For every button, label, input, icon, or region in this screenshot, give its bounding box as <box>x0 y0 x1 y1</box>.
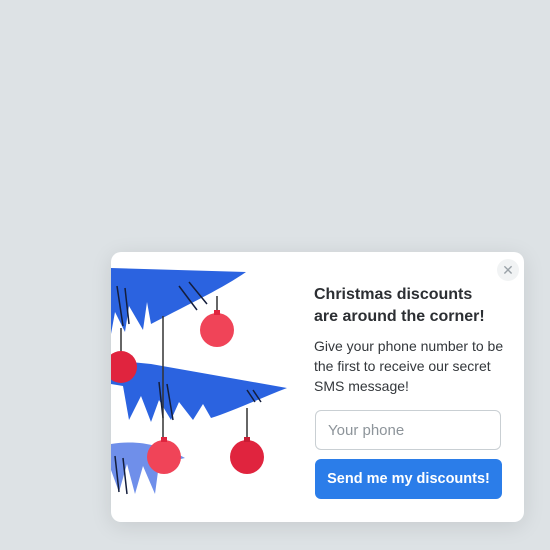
popup-content: Christmas discounts are around the corne… <box>314 284 510 396</box>
branch-middle <box>111 360 287 422</box>
christmas-illustration <box>111 268 287 495</box>
send-discounts-button[interactable]: Send me my discounts! <box>315 459 502 499</box>
title-line-1: Christmas discounts <box>314 286 473 303</box>
popup-description: Give your phone number to be the first t… <box>314 338 504 394</box>
phone-input[interactable] <box>315 410 501 450</box>
title-line-2: are around the corner! <box>314 308 485 325</box>
discount-popup: ✕ Christmas discounts are around the cor… <box>111 252 524 522</box>
close-icon[interactable]: ✕ <box>497 259 519 281</box>
popup-title: Christmas discounts are around the corne… <box>314 284 510 328</box>
